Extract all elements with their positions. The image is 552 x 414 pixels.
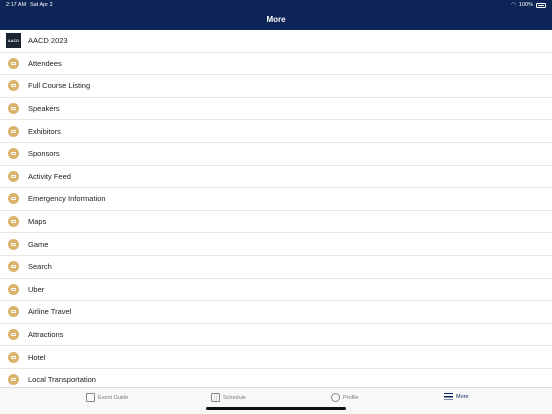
menu-item-activity-feed[interactable]: Activity Feed: [0, 166, 552, 189]
menu-item-search[interactable]: Search: [0, 256, 552, 279]
menu-item-label: Full Course Listing: [28, 81, 91, 91]
game-icon: [8, 238, 19, 250]
tab-event-guide[interactable]: Event Guide: [86, 393, 128, 402]
menu-item-speakers[interactable]: Speakers: [0, 98, 552, 121]
wifi-icon: ◠: [511, 2, 516, 8]
uber-icon: [8, 283, 19, 295]
menu-item-label: Airline Travel: [28, 307, 72, 317]
menu-item-label: Search: [28, 262, 52, 272]
menu-item-attendees[interactable]: Attendees: [0, 53, 552, 76]
status-right: ◠ 100%: [511, 2, 546, 8]
tab-label: Schedule: [223, 394, 246, 401]
status-time: 2:17 AM: [6, 2, 27, 8]
schedule-icon: [211, 393, 220, 402]
tab-schedule[interactable]: Schedule: [211, 393, 246, 402]
menu-item-label: AACD 2023: [28, 36, 68, 46]
menu-item-label: Sponsors: [28, 149, 60, 159]
menu-item-airline-travel[interactable]: Airline Travel: [0, 301, 552, 324]
menu-item-attractions[interactable]: Attractions: [0, 324, 552, 347]
menu-item-label: Uber: [28, 284, 45, 294]
menu-item-game[interactable]: Game: [0, 233, 552, 256]
menu-item-uber[interactable]: Uber: [0, 279, 552, 302]
page-title: More: [266, 15, 286, 24]
tab-label: Profile: [343, 394, 359, 401]
speakers-icon: [8, 103, 19, 115]
airline-travel-icon: [8, 306, 19, 318]
menu-item-label: Exhibitors: [28, 126, 61, 136]
hotel-icon: [8, 351, 19, 363]
more-icon: [444, 393, 453, 400]
status-bar: 2:17 AM Sat Apr 2 ◠ 100%: [6, 2, 546, 11]
activity-feed-icon: [8, 170, 19, 182]
menu-item-full-course-listing[interactable]: Full Course Listing: [0, 75, 552, 98]
menu-item-sponsors[interactable]: Sponsors: [0, 143, 552, 166]
menu-item-label: Speakers: [28, 104, 60, 114]
menu-item-emergency-information[interactable]: Emergency Information: [0, 188, 552, 211]
menu-item-hotel[interactable]: Hotel: [0, 346, 552, 369]
tab-label: Event Guide: [98, 394, 129, 401]
menu-item-label: Maps: [28, 217, 47, 227]
search-icon: [8, 261, 19, 273]
local-transportation-icon: [8, 374, 19, 386]
menu-item-maps[interactable]: Maps: [0, 211, 552, 234]
maps-icon: [8, 216, 19, 228]
exhibitors-icon: [8, 125, 19, 137]
emergency-info-icon: [8, 193, 19, 205]
home-indicator[interactable]: [206, 407, 346, 410]
menu-item-label: Game: [28, 239, 49, 249]
menu-item-exhibitors[interactable]: Exhibitors: [0, 120, 552, 143]
navigation-header: 2:17 AM Sat Apr 2 ◠ 100% More: [0, 0, 552, 30]
attractions-icon: [8, 329, 19, 341]
menu-item-aacd-2023[interactable]: AACD AACD 2023: [0, 30, 552, 53]
battery-icon: [536, 2, 546, 8]
menu-item-label: Attendees: [28, 58, 62, 68]
menu-item-label: Activity Feed: [28, 171, 71, 181]
battery-percent: 100%: [518, 2, 533, 8]
attendees-icon: [8, 57, 19, 69]
course-list-icon: [8, 80, 19, 92]
menu-item-label: Attractions: [28, 330, 64, 340]
profile-icon: [331, 393, 340, 402]
menu-item-label: Hotel: [28, 352, 46, 362]
sponsors-icon: [8, 148, 19, 160]
menu-item-label: Emergency Information: [28, 194, 106, 204]
tab-more[interactable]: More: [444, 393, 469, 400]
aacd-logo-icon: AACD: [6, 33, 21, 49]
tab-label: More: [456, 393, 469, 400]
menu-item-local-transportation[interactable]: Local Transportation: [0, 369, 552, 387]
tab-profile[interactable]: Profile: [331, 393, 359, 402]
more-menu-list[interactable]: AACD AACD 2023 Attendees Full Course Lis…: [0, 30, 552, 387]
status-date: Sat Apr 2: [30, 2, 53, 8]
menu-item-label: Local Transportation: [28, 375, 96, 385]
event-guide-icon: [86, 393, 95, 402]
